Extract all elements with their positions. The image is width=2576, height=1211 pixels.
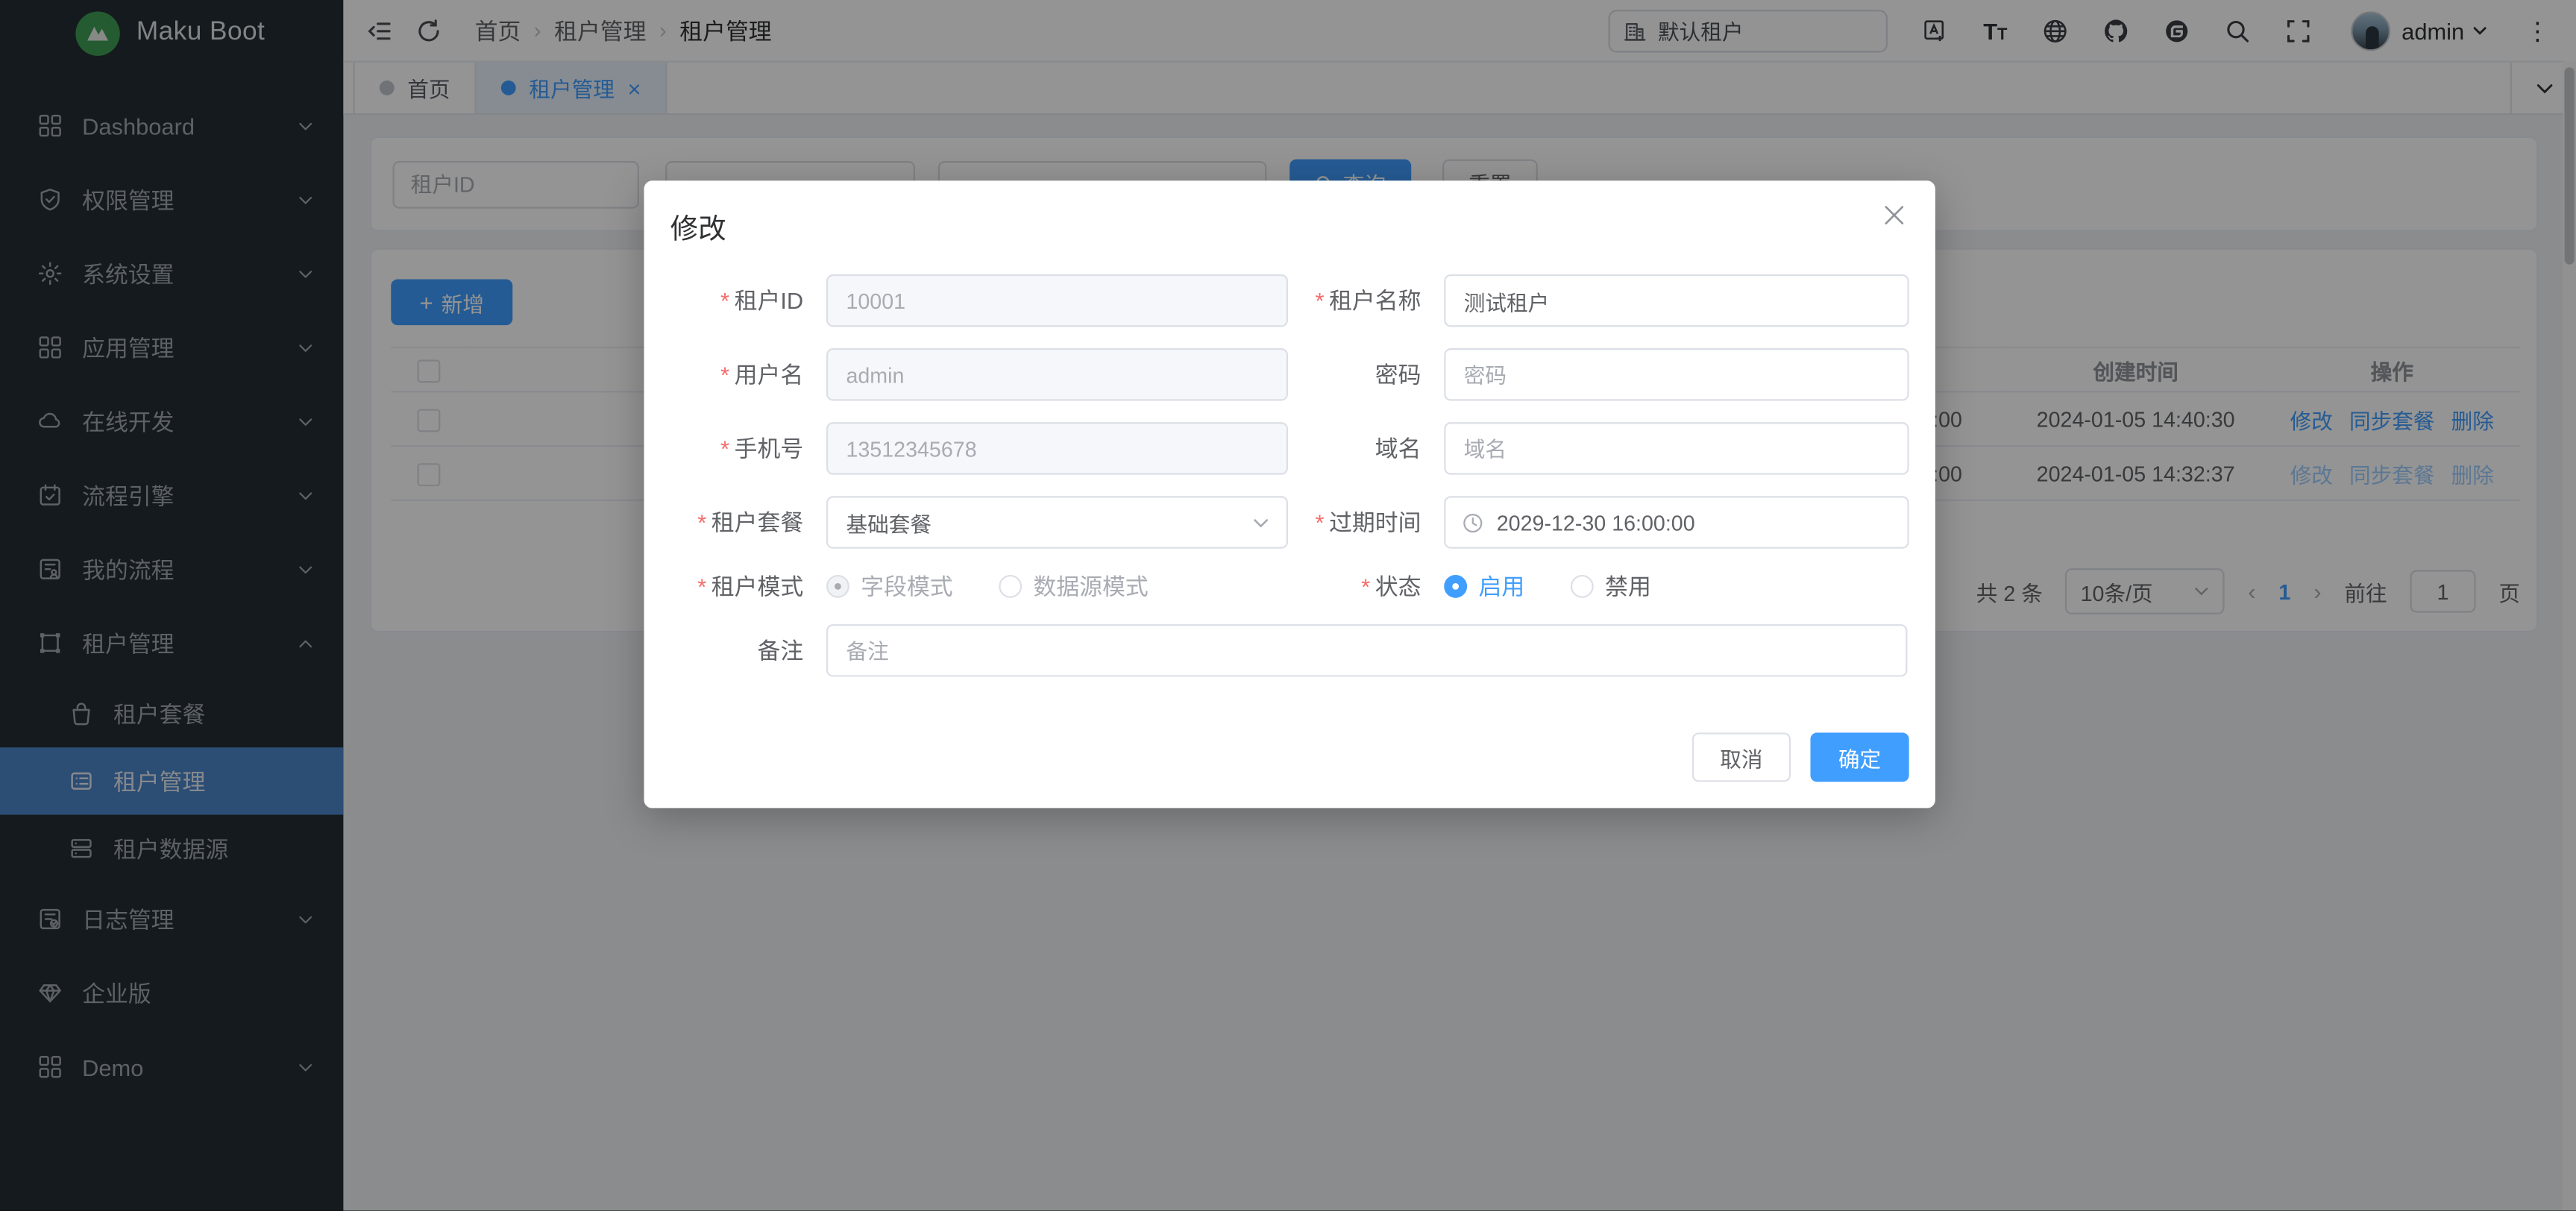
radio-icon <box>999 575 1022 598</box>
field-label-mobile: *手机号 <box>670 432 803 465</box>
field-label-password: 密码 <box>1289 358 1421 391</box>
close-icon[interactable] <box>1882 204 1906 227</box>
field-label-remark: 备注 <box>670 634 803 667</box>
status-radio-disabled[interactable]: 禁用 <box>1571 570 1651 603</box>
tenant-name-input[interactable] <box>1445 289 1907 313</box>
modal-footer: 取消 确定 <box>1692 732 1909 781</box>
field-label-expire: *过期时间 <box>1289 506 1421 538</box>
confirm-button[interactable]: 确定 <box>1810 732 1909 781</box>
domain-input[interactable] <box>1445 436 1907 461</box>
field-label-package: *租户套餐 <box>670 506 803 538</box>
password-field[interactable] <box>1444 348 1909 400</box>
confirm-button-label: 确定 <box>1838 742 1881 773</box>
field-label-mode: *租户模式 <box>670 570 803 603</box>
cancel-button[interactable]: 取消 <box>1692 732 1791 781</box>
chevron-down-icon <box>1252 513 1270 531</box>
password-input[interactable] <box>1445 362 1907 387</box>
expire-datetime-input[interactable] <box>1483 510 1907 535</box>
mode-radio-datasource: 数据源模式 <box>999 570 1148 603</box>
remark-field[interactable] <box>826 624 1907 676</box>
modal-title: 修改 <box>670 205 1909 246</box>
tenant-id-field <box>826 274 1288 327</box>
package-select-value[interactable] <box>828 510 1287 535</box>
status-radio-enabled[interactable]: 启用 <box>1444 570 1524 603</box>
field-label-domain: 域名 <box>1289 432 1421 465</box>
field-label-status: *状态 <box>1289 570 1421 603</box>
mode-radio-field: 字段模式 <box>826 570 953 603</box>
edit-tenant-modal: 修改 *租户ID *租户名称 *用户名 <box>644 180 1935 808</box>
radio-icon <box>826 575 849 598</box>
radio-icon <box>1571 575 1594 598</box>
tenant-name-field[interactable] <box>1444 274 1909 327</box>
radio-icon <box>1444 575 1467 598</box>
field-label-tenant-name: *租户名称 <box>1289 284 1421 317</box>
mobile-input <box>828 436 1287 461</box>
field-label-username: *用户名 <box>670 358 803 391</box>
tenant-id-input <box>828 289 1287 313</box>
field-label-tenant-id: *租户ID <box>670 284 803 317</box>
clock-icon <box>1462 512 1483 533</box>
edit-form: *租户ID *租户名称 *用户名 密码 <box>670 274 1909 677</box>
app-root: Maku Boot Dashboard 权限管理 系统设置 应用管理 <box>0 0 2576 1210</box>
remark-input[interactable] <box>828 638 1906 663</box>
username-input <box>828 362 1287 387</box>
username-field <box>826 348 1288 400</box>
cancel-button-label: 取消 <box>1720 742 1762 773</box>
mobile-field <box>826 422 1288 474</box>
domain-field[interactable] <box>1444 422 1909 474</box>
expire-datetime-picker[interactable] <box>1444 496 1909 548</box>
package-select[interactable] <box>826 496 1288 548</box>
